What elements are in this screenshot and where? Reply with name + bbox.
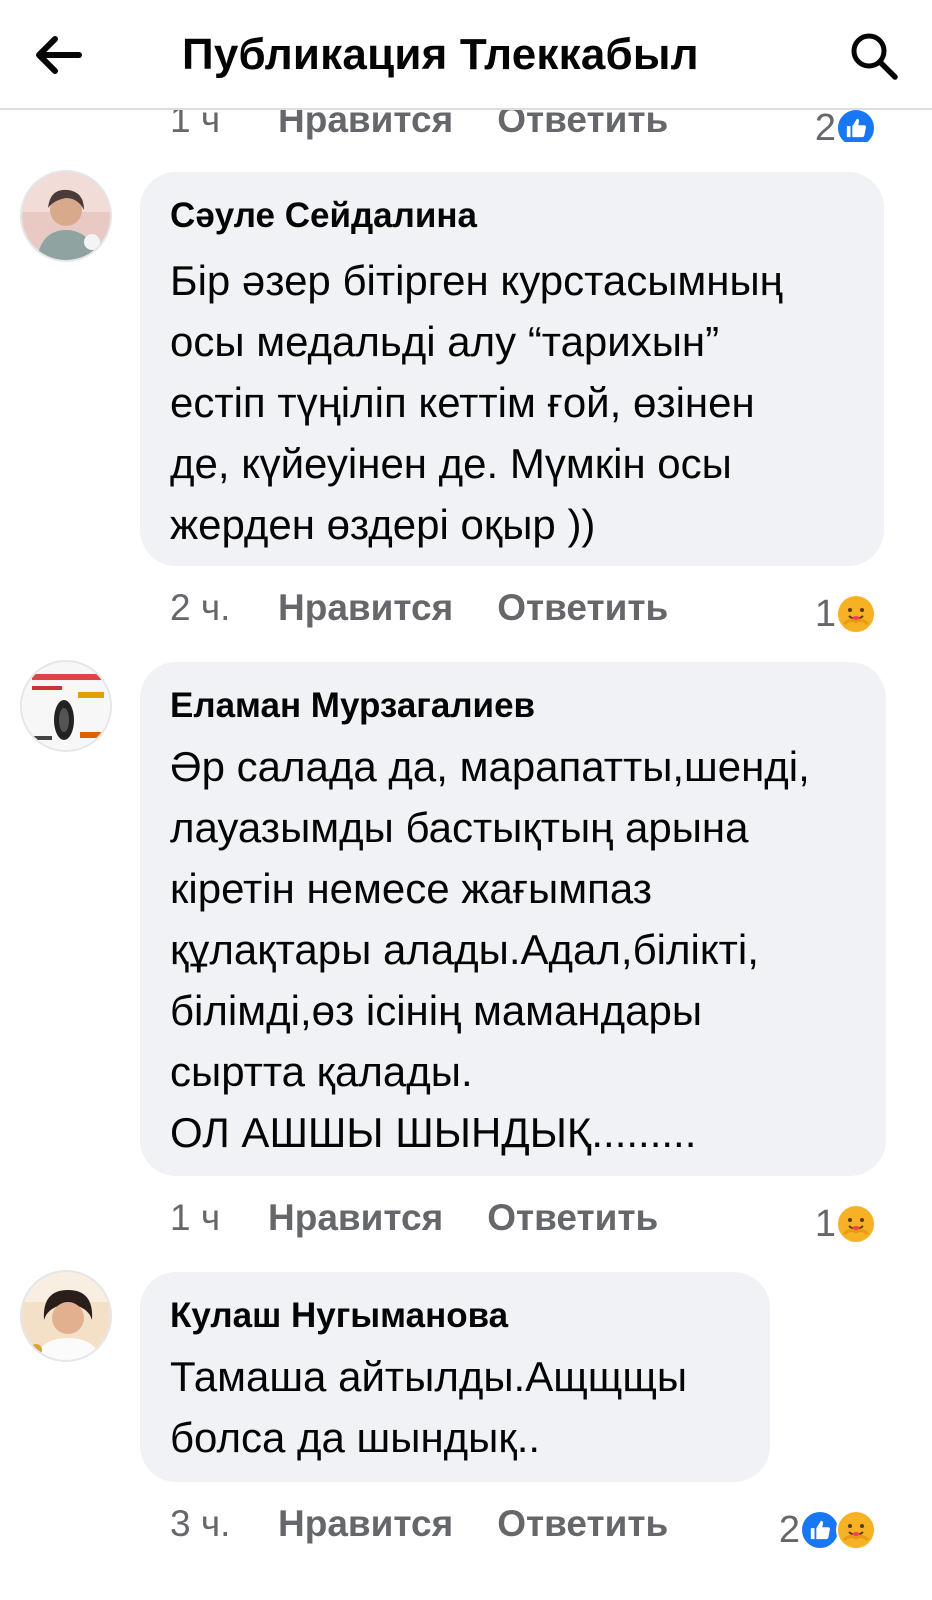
top-bar: Публикация Тлеккабыл xyxy=(0,0,932,110)
reaction-summary[interactable]: 1 xyxy=(815,1194,876,1254)
comment-bubble[interactable]: Сәуле Сейдалина Бір әзер бітірген курста… xyxy=(140,172,884,566)
like-icon xyxy=(800,1510,840,1550)
comment-actions: 2 ч. Нравится Ответить xyxy=(170,578,668,638)
avatar-photo-icon xyxy=(22,1272,110,1360)
comment-bubble[interactable]: Кулаш Нугыманова Тамаша айтылды.Ащщщы бо… xyxy=(140,1272,770,1482)
like-link[interactable]: Нравится xyxy=(278,1503,453,1545)
like-icon xyxy=(836,108,876,142)
reply-link[interactable]: Ответить xyxy=(487,1197,658,1239)
avatar-tire-ad-icon xyxy=(22,662,110,750)
comment-author[interactable]: Сәуле Сейдалина xyxy=(170,194,854,238)
search-icon xyxy=(851,33,898,80)
back-arrow-icon xyxy=(36,36,82,74)
comment-author[interactable]: Еламан Мурзагалиев xyxy=(170,684,856,728)
comment-text: Тамаша айтылды.Ащщщы болса да шындық.. xyxy=(170,1353,688,1461)
avatar[interactable] xyxy=(20,170,112,262)
reply-link[interactable]: Ответить xyxy=(497,587,668,629)
avatar[interactable] xyxy=(20,660,112,752)
comment-text: Әр салада да, марапатты,шенді, лауазымды… xyxy=(170,743,810,1156)
back-button[interactable] xyxy=(30,30,86,80)
comment-time: 3 ч. xyxy=(170,1503,231,1544)
avatar-photo-icon xyxy=(22,172,110,260)
care-icon xyxy=(836,594,876,634)
avatar[interactable] xyxy=(20,1270,112,1362)
comment-time: 2 ч. xyxy=(170,587,231,628)
reaction-count: 1 xyxy=(814,592,836,635)
reaction-count: 2 xyxy=(778,1508,800,1551)
care-icon xyxy=(836,1510,876,1550)
page-title: Публикация Тлеккабыл xyxy=(182,30,699,79)
care-icon xyxy=(836,1204,876,1244)
comment-author[interactable]: Кулаш Нугыманова xyxy=(170,1294,740,1338)
like-link[interactable]: Нравится xyxy=(278,587,453,629)
reaction-count: 1 xyxy=(814,1202,836,1245)
reply-link[interactable]: Ответить xyxy=(497,1503,668,1545)
comment-text: Бір әзер бітірген курстасымның осы медал… xyxy=(170,257,783,548)
reaction-summary[interactable]: 1 xyxy=(815,584,876,644)
reaction-count: 2 xyxy=(814,106,836,143)
like-link[interactable]: Нравится xyxy=(268,1197,443,1239)
comment-actions: 1 ч Нравится Ответить xyxy=(170,1188,658,1248)
comment-actions: 3 ч. Нравится Ответить xyxy=(170,1494,668,1554)
search-button[interactable] xyxy=(846,28,902,84)
comment-bubble[interactable]: Еламан Мурзагалиев Әр салада да, марапат… xyxy=(140,662,886,1176)
comment-time: 1 ч xyxy=(170,1197,221,1238)
reaction-summary[interactable]: 2 xyxy=(779,1500,876,1560)
